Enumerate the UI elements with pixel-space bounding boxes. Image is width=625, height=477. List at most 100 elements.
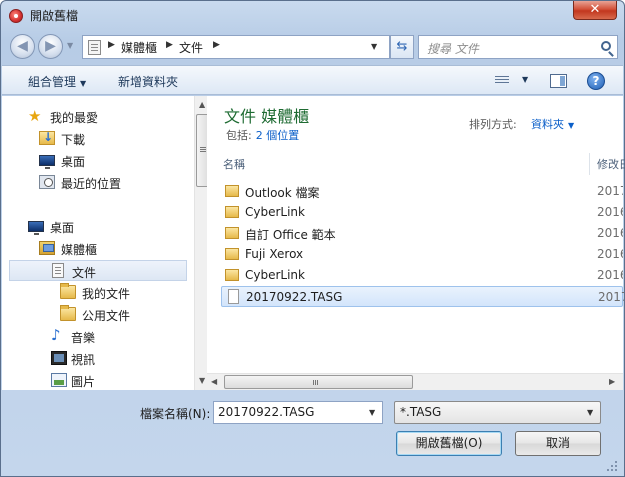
sidebar-item-recent-places[interactable]: 最近的位置 — [9, 172, 187, 193]
documents-location-icon — [88, 40, 101, 55]
file-name: CyberLink — [245, 205, 305, 219]
scroll-left-icon[interactable]: ◀ — [211, 377, 217, 386]
file-name: 自訂 Office 範本 — [245, 228, 336, 242]
search-icon[interactable] — [601, 41, 611, 51]
sidebar-item-music[interactable]: ♪ 音樂 — [9, 326, 187, 347]
recent-places-icon — [39, 175, 55, 189]
sidebar-item-videos[interactable]: 視訊 — [9, 348, 187, 369]
column-date-header[interactable]: 修改日期 — [597, 156, 625, 172]
organize-button[interactable]: 組合管理 ▼ — [28, 73, 86, 90]
window-title: 開啟舊檔 — [30, 9, 79, 23]
file-list-horizontal-scrollbar[interactable]: ◀ ▶ — [207, 373, 623, 390]
video-icon — [51, 351, 67, 365]
library-includes: 包括: 2 個位置 — [226, 127, 299, 143]
file-name: Outlook 檔案 — [245, 186, 320, 200]
library-icon — [39, 241, 55, 255]
chevron-down-icon: ▼ — [568, 121, 575, 130]
folder-icon — [225, 269, 239, 281]
sidebar-item-label: 桌面 — [61, 155, 86, 169]
filename-label: 檔案名稱(N): — [140, 407, 211, 421]
preview-pane-icon[interactable] — [550, 74, 567, 88]
address-bar[interactable]: ▶ 媒體櫃 ▶ 文件 ▶ ▼ — [82, 35, 390, 59]
scrollbar-thumb[interactable] — [224, 375, 413, 389]
documents-icon — [52, 263, 64, 278]
title-bar[interactable]: 開啟舊檔 ✕ — [1, 1, 624, 29]
content-area: ★ 我的最愛 下載 桌面 最近的位置 桌面 媒體櫃 — [2, 96, 625, 391]
sidebar-item-label: 圖片 — [71, 375, 96, 389]
open-button[interactable]: 開啟舊檔(O) — [396, 431, 502, 456]
new-folder-button[interactable]: 新增資料夾 — [118, 73, 178, 90]
address-dropdown-icon[interactable]: ▼ — [371, 42, 377, 51]
sidebar-item-downloads[interactable]: 下載 — [9, 128, 187, 149]
sort-label: 排列方式: — [469, 118, 517, 131]
file-name: Fuji Xerox — [245, 247, 304, 261]
scroll-down-icon[interactable]: ▼ — [199, 376, 205, 385]
library-title: 文件 媒體櫃 — [224, 107, 310, 126]
sidebar-item-label: 媒體櫃 — [61, 243, 98, 257]
search-input[interactable]: 搜尋 文件 — [418, 35, 618, 59]
filename-input[interactable]: 20170922.TASG ▼ — [213, 401, 383, 424]
file-row-folder[interactable]: CyberLink 2016 — [221, 265, 623, 286]
breadcrumb-arrow-icon[interactable]: ▶ — [213, 40, 220, 50]
sidebar-item-label: 音樂 — [71, 331, 96, 345]
sidebar-item-label: 公用文件 — [82, 309, 131, 323]
file-icon — [228, 289, 239, 304]
search-placeholder: 搜尋 文件 — [427, 42, 479, 56]
file-row-folder[interactable]: Outlook 檔案 2017 — [221, 181, 623, 202]
file-date: 2016 — [597, 226, 623, 240]
column-name-header[interactable]: 名稱 — [223, 156, 245, 172]
filename-history-dropdown-icon[interactable]: ▼ — [369, 408, 375, 417]
refresh-button[interactable]: ⇆ — [390, 35, 414, 59]
file-row-folder[interactable]: Fuji Xerox 2016 — [221, 244, 623, 265]
includes-locations-link[interactable]: 2 個位置 — [256, 129, 300, 142]
change-view-icon[interactable] — [495, 74, 509, 87]
breadcrumb-libraries[interactable]: 媒體櫃 — [121, 39, 157, 56]
includes-label: 包括: — [226, 129, 252, 142]
sidebar-item-pictures[interactable]: 圖片 — [9, 370, 187, 391]
scroll-up-icon[interactable]: ▲ — [199, 100, 205, 109]
file-date: 2016 — [597, 268, 623, 282]
sidebar-item-my-documents[interactable]: 我的文件 — [9, 282, 187, 303]
file-date: 2016 — [597, 247, 623, 261]
filetype-select[interactable]: *.TASG ▼ — [394, 401, 601, 424]
file-row-folder[interactable]: 自訂 Office 範本 2016 — [221, 223, 623, 244]
breadcrumb-arrow-icon[interactable]: ▶ — [108, 40, 115, 50]
file-name: 20170922.TASG — [246, 290, 343, 304]
sidebar-item-desktop[interactable]: 桌面 — [9, 216, 187, 237]
sidebar-item-label: 文件 — [72, 266, 97, 280]
star-icon: ★ — [28, 107, 42, 125]
breadcrumb-documents[interactable]: 文件 — [179, 39, 203, 56]
cancel-button[interactable]: 取消 — [515, 431, 601, 456]
sidebar-item-label: 我的文件 — [82, 287, 131, 301]
scroll-right-icon[interactable]: ▶ — [609, 377, 615, 386]
file-list-pane: 文件 媒體櫃 包括: 2 個位置 排列方式: 資料夾▼ 名稱 修改日期 Outlo… — [207, 96, 625, 390]
folder-icon — [60, 305, 76, 321]
sidebar-item-label: 桌面 — [50, 221, 75, 235]
help-icon[interactable]: ? — [587, 72, 605, 90]
sidebar-item-libraries[interactable]: 媒體櫃 — [9, 238, 187, 259]
file-row-folder[interactable]: CyberLink 2016 — [221, 202, 623, 223]
back-button[interactable]: ◀ — [10, 34, 35, 59]
sidebar-item-documents[interactable]: 文件 — [9, 260, 187, 281]
folder-icon — [225, 206, 239, 218]
sidebar-item-public-documents[interactable]: 公用文件 — [9, 304, 187, 325]
download-folder-icon — [39, 130, 55, 145]
forward-button[interactable]: ▶ — [38, 34, 63, 59]
desktop-icon — [28, 221, 44, 235]
sort-by-dropdown[interactable]: 資料夾 ▼ — [531, 116, 574, 132]
sidebar-item-favorites[interactable]: ★ 我的最愛 — [9, 106, 187, 127]
file-row-selected[interactable]: 20170922.TASG 2017 — [221, 286, 624, 307]
recent-pages-dropdown-icon[interactable]: ▼ — [67, 41, 73, 50]
resize-grip-icon[interactable] — [607, 461, 619, 473]
folder-icon — [225, 185, 239, 197]
column-separator[interactable] — [589, 153, 590, 175]
breadcrumb-arrow-icon[interactable]: ▶ — [166, 40, 173, 50]
close-button[interactable]: ✕ — [573, 1, 617, 20]
file-name: CyberLink — [245, 268, 305, 282]
desktop-icon — [39, 155, 55, 169]
toolbar: 組合管理 ▼ 新增資料夾 ▼ ? — [2, 65, 623, 95]
sidebar-item-desktop-favorite[interactable]: 桌面 — [9, 150, 187, 171]
sidebar-item-label: 下載 — [61, 133, 86, 147]
view-options-dropdown-icon[interactable]: ▼ — [522, 75, 528, 84]
file-date: 2017 — [597, 184, 623, 198]
